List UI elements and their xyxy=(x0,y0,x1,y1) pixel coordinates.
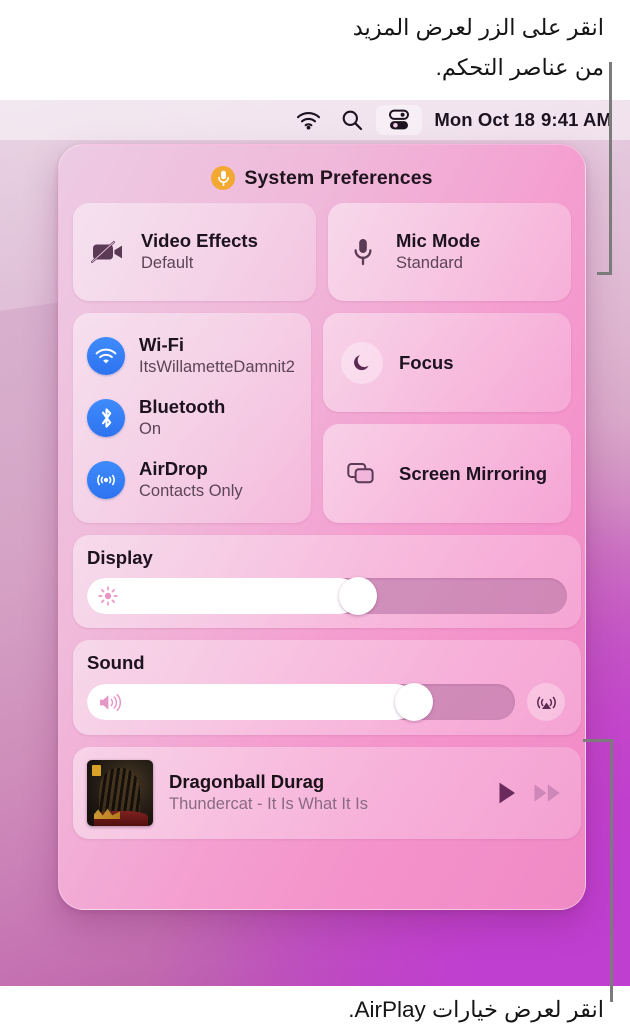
mic-mode-subtitle: Standard xyxy=(396,253,463,272)
sound-label: Sound xyxy=(87,652,145,673)
wifi-title: Wi-Fi xyxy=(139,334,185,356)
video-effects-tile[interactable]: Video Effects Default xyxy=(73,203,316,301)
sound-card: Sound xyxy=(73,640,581,735)
video-off-icon xyxy=(91,240,125,264)
airdrop-row[interactable]: AirDrop Contacts Only xyxy=(73,450,311,510)
mic-mode-text: Mic Mode Standard xyxy=(396,230,480,274)
desktop-wallpaper: Mon Oct 18 9:41 AM System Preferences Vi… xyxy=(0,100,630,986)
airdrop-title: AirDrop xyxy=(139,458,208,480)
connectivity-group: Wi-Fi ItsWillametteDamnit2 Bluetooth On xyxy=(73,313,311,523)
video-off-icon-svg xyxy=(91,241,122,263)
airdrop-text: AirDrop Contacts Only xyxy=(139,458,243,501)
bottom-callout-caption: انقر لعرض خيارات AirPlay. xyxy=(348,997,604,1022)
microphone-icon xyxy=(346,238,380,266)
bluetooth-icon-svg xyxy=(101,408,111,428)
video-effects-text: Video Effects Default xyxy=(141,230,258,274)
track-subtitle: Thundercat - It Is What It Is xyxy=(169,795,368,814)
microphone-icon-svg xyxy=(217,170,229,186)
search-icon[interactable] xyxy=(330,100,374,140)
album-artwork xyxy=(87,760,153,826)
sound-slider-fill xyxy=(87,684,415,720)
wifi-icon-svg xyxy=(296,111,320,129)
menubar-date: Mon Oct 18 xyxy=(434,109,536,130)
control-center-panel: System Preferences Video Effects Default xyxy=(58,144,586,910)
airdrop-subtitle: Contacts Only xyxy=(139,481,243,500)
speaker-icon xyxy=(98,684,122,720)
bluetooth-text: Bluetooth On xyxy=(139,396,225,439)
microphone-icon xyxy=(211,166,236,190)
screen-mirroring-tile[interactable]: Screen Mirroring xyxy=(323,424,571,523)
brightness-icon-svg xyxy=(98,586,118,606)
fast-forward-icon[interactable] xyxy=(533,782,563,804)
display-card: Display xyxy=(73,535,581,628)
screen-mirroring-icon-svg xyxy=(347,462,374,483)
bluetooth-row[interactable]: Bluetooth On xyxy=(73,388,311,448)
fast-forward-icon-svg xyxy=(534,784,560,802)
wifi-icon xyxy=(87,337,125,375)
play-icon-svg xyxy=(499,782,515,804)
speaker-icon-svg xyxy=(100,693,122,711)
moon-icon-svg xyxy=(353,355,369,371)
track-title: Dragonball Durag xyxy=(169,770,325,792)
mic-mode-title: Mic Mode xyxy=(396,229,481,251)
microphone-icon-svg xyxy=(354,239,372,266)
display-slider[interactable] xyxy=(87,577,567,615)
video-effects-title: Video Effects xyxy=(141,229,258,251)
sound-slider[interactable] xyxy=(87,683,515,721)
search-icon-svg xyxy=(342,110,363,131)
control-center-icon-svg xyxy=(389,109,410,130)
moon-icon xyxy=(341,341,383,384)
focus-label: Focus xyxy=(399,351,454,373)
airdrop-icon xyxy=(87,461,125,499)
sound-slider-knob[interactable] xyxy=(395,683,434,721)
connectivity-row: Wi-Fi ItsWillametteDamnit2 Bluetooth On xyxy=(73,313,571,523)
sound-slider-wrap xyxy=(87,683,567,721)
brightness-icon xyxy=(98,578,118,614)
display-slider-wrap xyxy=(87,577,567,615)
airplay-callout-vertical xyxy=(610,739,613,1002)
airplay-audio-icon[interactable] xyxy=(527,683,565,721)
bluetooth-title: Bluetooth xyxy=(139,396,226,418)
wifi-icon[interactable] xyxy=(286,100,330,140)
artwork-badge xyxy=(92,765,101,776)
menubar-time: 9:41 AM xyxy=(541,109,612,130)
play-icon[interactable] xyxy=(497,781,517,805)
top-caption-line-2: من عناصر التحكم. xyxy=(435,55,604,80)
video-effects-subtitle: Default xyxy=(141,253,194,272)
focus-tile[interactable]: Focus xyxy=(323,313,571,412)
control-center-header: System Preferences xyxy=(73,159,571,197)
airdrop-icon-svg xyxy=(97,474,115,486)
top-tiles-row: Video Effects Default Mic Mode Standard xyxy=(73,203,571,301)
airplay-callout-horizontal xyxy=(583,739,613,742)
screen-mirroring-icon xyxy=(341,453,383,495)
now-playing-text: Dragonball Durag Thundercat - It Is What… xyxy=(169,771,481,816)
wifi-subtitle: ItsWillametteDamnit2 xyxy=(139,357,295,376)
menu-bar: Mon Oct 18 9:41 AM xyxy=(0,100,630,140)
mic-mode-tile[interactable]: Mic Mode Standard xyxy=(328,203,571,301)
wifi-text: Wi-Fi ItsWillametteDamnit2 xyxy=(139,334,295,377)
wifi-row[interactable]: Wi-Fi ItsWillametteDamnit2 xyxy=(73,326,311,386)
now-playing-card[interactable]: Dragonball Durag Thundercat - It Is What… xyxy=(73,747,581,839)
playback-controls xyxy=(497,781,563,805)
page-title: System Preferences xyxy=(244,166,433,189)
display-slider-knob[interactable] xyxy=(338,577,377,615)
right-tiles-column: Focus Screen Mirroring xyxy=(323,313,571,523)
top-callout-vertical xyxy=(609,62,612,275)
wifi-icon-svg xyxy=(95,348,117,363)
bluetooth-subtitle: On xyxy=(139,419,162,438)
airplay-audio-icon-svg xyxy=(536,696,556,709)
top-caption-line-1: انقر على الزر لعرض المزيد xyxy=(352,15,604,40)
bluetooth-icon xyxy=(87,399,125,437)
control-center-icon[interactable] xyxy=(376,105,423,135)
display-label: Display xyxy=(87,547,153,568)
display-slider-fill xyxy=(87,578,358,614)
top-callout-caption: انقر على الزر لعرض المزيد من عناصر التحك… xyxy=(0,0,630,100)
top-callout-horizontal xyxy=(597,272,612,275)
screen-mirroring-label: Screen Mirroring xyxy=(399,462,548,484)
